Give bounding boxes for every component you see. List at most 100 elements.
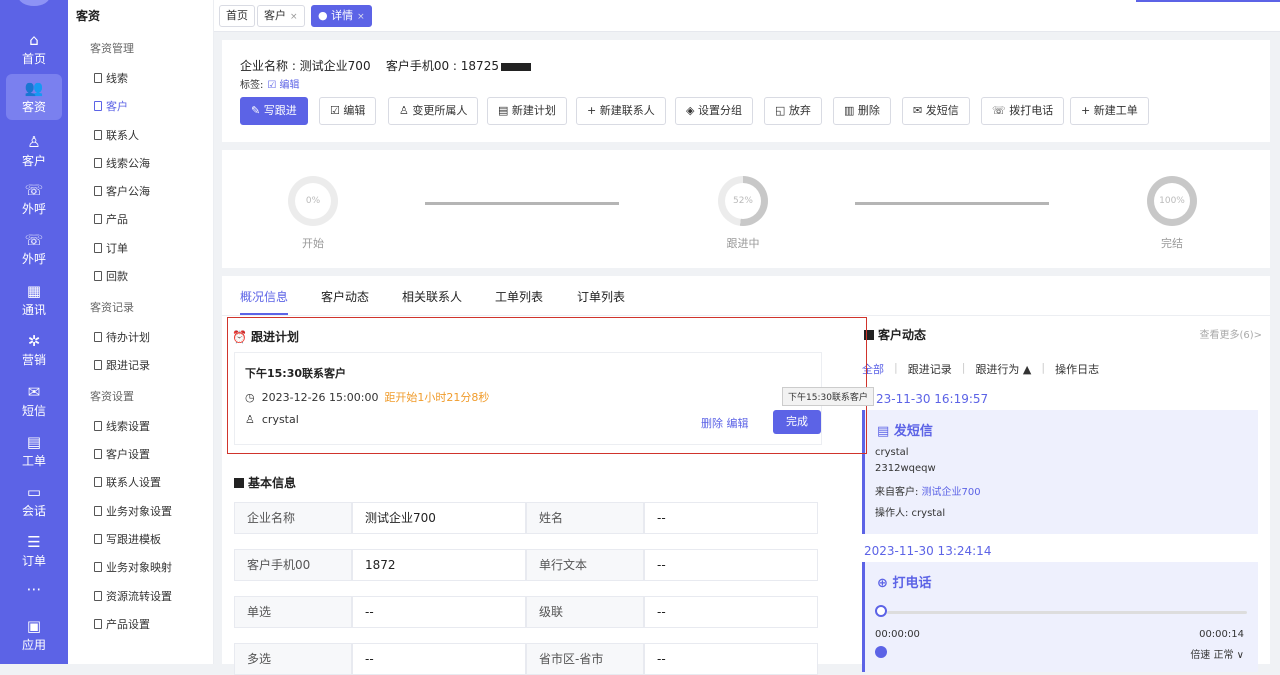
rail-item-label: 首页	[21, 51, 46, 66]
sub-menu-link-label: 客户设置	[106, 448, 150, 461]
rail-item-11[interactable]: ⋯	[6, 580, 62, 600]
progress-stage: 52% 跟进中	[713, 176, 773, 251]
document-icon	[94, 449, 102, 459]
rail-item-12[interactable]: ▣ 应用	[6, 612, 62, 658]
sub-menu-link-label: 联系人	[106, 129, 139, 142]
customer-header-card: 企业名称 : 测试企业700 客户手机00 : 18725 标签: ☑ 编辑 ✎ …	[222, 40, 1270, 142]
rail-item-10[interactable]: ☰ 订单	[6, 528, 62, 574]
sub-menu-link[interactable]: 订单	[94, 240, 128, 256]
progress-stage-label: 完结	[1161, 237, 1183, 250]
rail-item-8[interactable]: ▤ 工单	[6, 428, 62, 474]
rail-item-0[interactable]: ⌂ 首页	[6, 26, 62, 72]
progress-ring: 0%	[288, 176, 338, 226]
activity-filter[interactable]: 操作日志	[1055, 361, 1099, 377]
view-more-link[interactable]: 查看更多(6)>	[1199, 326, 1262, 341]
sub-menu-link-label: 待办计划	[106, 331, 150, 344]
sub-menu-link[interactable]: 跟进记录	[94, 357, 150, 373]
write-followup-button[interactable]: ✎ 写跟进	[240, 97, 308, 125]
field-label: 级联	[526, 596, 644, 628]
activity-source: 来自客户: 测试企业700	[875, 487, 981, 498]
activity-type: ⊕ 打电话	[877, 576, 932, 591]
detail-tab[interactable]: 概况信息	[240, 288, 288, 305]
sub-menu-link[interactable]: 业务对象映射	[94, 559, 172, 575]
sub-menu-link[interactable]: 产品	[94, 211, 128, 227]
rail-item-label: 外呼	[21, 251, 46, 266]
rail-item-5[interactable]: ▦ 通讯	[6, 277, 62, 323]
order-icon: ☰	[27, 532, 41, 551]
audio-progress-knob[interactable]	[875, 605, 887, 617]
progress-ring: 100%	[1147, 176, 1197, 226]
phone-icon: ⊕	[877, 576, 888, 591]
tab-customer[interactable]: 客户 ×	[257, 5, 305, 27]
edit-button[interactable]: ☑ 编辑	[319, 97, 377, 125]
rail-item-6[interactable]: ✲ 营销	[6, 327, 62, 373]
progress-line-2	[855, 202, 1049, 205]
sub-menu-link-label: 订单	[106, 242, 128, 255]
sub-menu-link[interactable]: 资源流转设置	[94, 588, 172, 604]
abandon-button[interactable]: ◱ 放弃	[764, 97, 822, 125]
audio-progress-track[interactable]	[887, 611, 1247, 614]
sub-menu-link[interactable]: 客户	[94, 98, 128, 114]
rail-item-label: 应用	[21, 637, 46, 652]
tab-detail[interactable]: ● 详情 ×	[311, 5, 372, 27]
rail-item-7[interactable]: ✉ 短信	[6, 378, 62, 424]
sub-menu-link[interactable]: 客户公海	[94, 183, 150, 199]
basic-info-heading: 基本信息	[234, 474, 296, 491]
tooltip: 下午15:30联系客户	[782, 387, 874, 406]
new-ticket-button[interactable]: + 新建工单	[1070, 97, 1149, 125]
progress-stage-label: 跟进中	[726, 237, 760, 250]
sub-menu-link[interactable]: 客户设置	[94, 446, 150, 462]
activity-filter[interactable]: 跟进记录	[908, 361, 952, 377]
sub-menu-link[interactable]: 待办计划	[94, 329, 150, 345]
field-label: 企业名称	[234, 502, 352, 534]
sub-menu-link[interactable]: 线索设置	[94, 418, 150, 434]
call-button[interactable]: ☏ 拨打电话	[981, 97, 1065, 125]
detail-tab[interactable]: 订单列表	[577, 288, 625, 305]
sub-menu-link[interactable]: 业务对象设置	[94, 503, 172, 519]
apps-icon: ▣	[26, 616, 42, 635]
sub-menu-link-label: 写跟进模板	[106, 533, 161, 546]
sub-menu-link[interactable]: 写跟进模板	[94, 531, 161, 547]
sub-menu-link[interactable]: 线索公海	[94, 155, 150, 171]
sub-menu-link[interactable]: 联系人设置	[94, 474, 161, 490]
app-logo	[18, 0, 50, 6]
field-value: --	[644, 549, 818, 581]
active-tab-underline	[240, 313, 288, 315]
tab-home[interactable]: 首页	[219, 5, 255, 27]
new-contact-button[interactable]: + 新建联系人	[576, 97, 666, 125]
field-label: 多选	[234, 643, 352, 675]
sms-icon: ✉	[27, 382, 41, 401]
activity-filter[interactable]: 跟进行为 ▲	[975, 361, 1031, 377]
rail-item-9[interactable]: ▭ 会话	[6, 478, 62, 524]
field-value: --	[352, 643, 526, 675]
sub-menu-link[interactable]: 线索	[94, 70, 128, 86]
rail-item-1[interactable]: 👥 客资	[6, 74, 62, 120]
sub-menu-link-label: 资源流转设置	[106, 590, 172, 603]
delete-button[interactable]: ▥ 删除	[833, 97, 891, 125]
customer-title: 企业名称 : 测试企业700 客户手机00 : 18725	[240, 57, 531, 74]
detail-tab[interactable]: 相关联系人	[402, 288, 462, 305]
progress-line-1	[425, 202, 619, 205]
rail-item-2[interactable]: ♙ 客户	[6, 128, 62, 174]
document-icon	[94, 73, 102, 83]
change-owner-button[interactable]: ♙ 变更所属人	[388, 97, 479, 125]
send-sms-button[interactable]: ✉ 发短信	[902, 97, 970, 125]
rail-item-3[interactable]: ☏ 外呼	[6, 176, 62, 222]
tag-edit-link[interactable]: ☑ 编辑	[267, 80, 299, 91]
playback-speed-select[interactable]: 倍速 正常 ∨	[1190, 646, 1244, 661]
activity-filters: 全部 | 跟进记录 | 跟进行为 ▲ | 操作日志	[862, 361, 1099, 377]
progress-percent: 52%	[725, 183, 761, 219]
home-icon: ⌂	[29, 30, 39, 49]
detail-tab[interactable]: 工单列表	[495, 288, 543, 305]
sub-menu-link[interactable]: 联系人	[94, 127, 139, 143]
detail-tab[interactable]: 客户动态	[321, 288, 369, 305]
source-customer-link[interactable]: 测试企业700	[922, 487, 981, 498]
sub-menu-link[interactable]: 回款	[94, 268, 128, 284]
sub-menu-link[interactable]: 产品设置	[94, 616, 150, 632]
close-icon[interactable]: ×	[290, 12, 298, 22]
rail-item-4[interactable]: ☏ 外呼	[6, 226, 62, 272]
close-icon[interactable]: ×	[357, 12, 365, 22]
new-plan-button[interactable]: ▤ 新建计划	[487, 97, 567, 125]
play-icon[interactable]	[875, 646, 887, 658]
set-group-button[interactable]: ◈ 设置分组	[675, 97, 753, 125]
